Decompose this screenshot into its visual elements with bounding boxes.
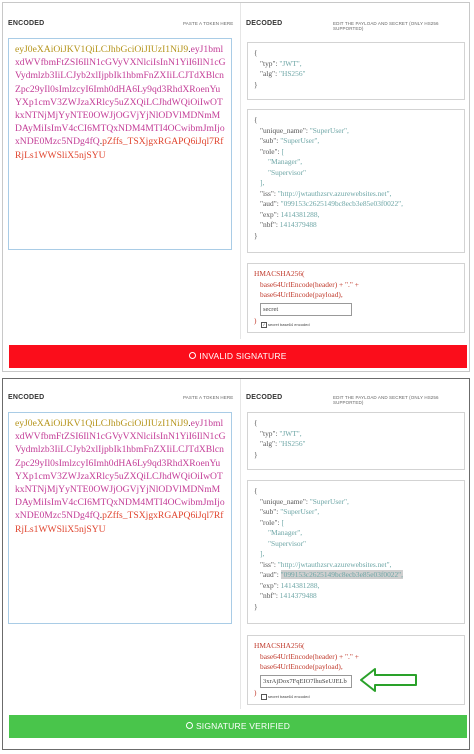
jwt-debugger-verified-panel: ENCODED PASTE A TOKEN HERE DECODED EDIT … [2,378,470,750]
paste-token-hint: PASTE A TOKEN HERE [183,21,234,26]
signature-editor: HMACSHA256( base64UrlEncode(header) + ".… [247,263,465,333]
column-divider [240,379,241,709]
brace: } [254,79,258,89]
edit-payload-hint: EDIT THE PAYLOAD AND SECRET (ONLY HS256 … [333,395,439,405]
aud-line-highlighted: "aud": "099153c2625149bc8ecb3e85e03f0022… [260,570,404,579]
token-header: eyJ0eXAiOiJKV1QiLCJhbGciOiJIUzI1NiJ9 [15,418,189,429]
token-input[interactable]: eyJ0eXAiOiJKV1QiLCJhbGciOiJIUzI1NiJ9.eyJ… [8,38,232,250]
encoded-label: ENCODED [8,20,45,27]
header-json-editor[interactable]: { "typ": "JWT", "alg": "HS256" } [247,412,465,470]
brace: { [254,48,258,57]
secret-input[interactable]: 3xrAjDox7FqEIO7lhuSeUJELb [260,675,352,688]
decoded-label: DECODED [246,20,283,27]
hmac-label: HMACSHA256( [254,269,305,278]
token-input[interactable]: eyJ0eXAiOiJKV1QiLCJhbGciOiJIUzI1NiJ9.eyJ… [8,412,232,624]
edit-payload-hint: EDIT THE PAYLOAD AND SECRET (ONLY HS256 … [333,21,439,31]
invalid-circle-icon [189,352,197,360]
secret-input[interactable]: secret [260,303,352,316]
base64-checkbox[interactable]: secret base64 encoded [261,692,310,703]
checkbox-icon [261,693,267,700]
base64-checkbox[interactable]: ✓ secret base64 encoded [261,320,310,331]
aud-value-selection: "099153c2625149bc8ecb3e85e03f0022", [280,570,404,579]
encoded-label: ENCODED [8,394,45,401]
paste-token-hint: PASTE A TOKEN HERE [183,395,234,400]
decoded-label: DECODED [246,394,283,401]
signature-editor: HMACSHA256( base64UrlEncode(header) + ".… [247,635,465,705]
hmac-label: HMACSHA256( [254,641,305,650]
token-header: eyJ0eXAiOiJKV1QiLCJhbGciOiJIUzI1NiJ9 [15,44,189,55]
payload-json-editor[interactable]: { "unique_name": "SuperUser", "sub": "Su… [247,480,465,624]
signature-verified-banner: SIGNATURE VERIFIED [9,715,467,738]
header-json-editor[interactable]: { "typ": "JWT", "alg": "HS256" } [247,42,465,100]
token-payload: eyJ1bmlxdWVfbmFtZSI6IlN1cGVyVXNlciIsInN1… [15,44,226,148]
checkbox-icon: ✓ [261,321,267,328]
verified-circle-icon [185,722,193,730]
payload-json-editor[interactable]: { "unique_name": "SuperUser", "sub": "Su… [247,109,465,253]
column-divider [240,3,241,339]
invalid-signature-banner: INVALID SIGNATURE [9,345,467,368]
left-arrow-icon [360,668,417,692]
token-payload: eyJ1bmlxdWVfbmFtZSI6IlN1cGVyVXNlciIsInN1… [15,418,226,522]
jwt-debugger-invalid-panel: ENCODED PASTE A TOKEN HERE DECODED EDIT … [2,2,470,372]
